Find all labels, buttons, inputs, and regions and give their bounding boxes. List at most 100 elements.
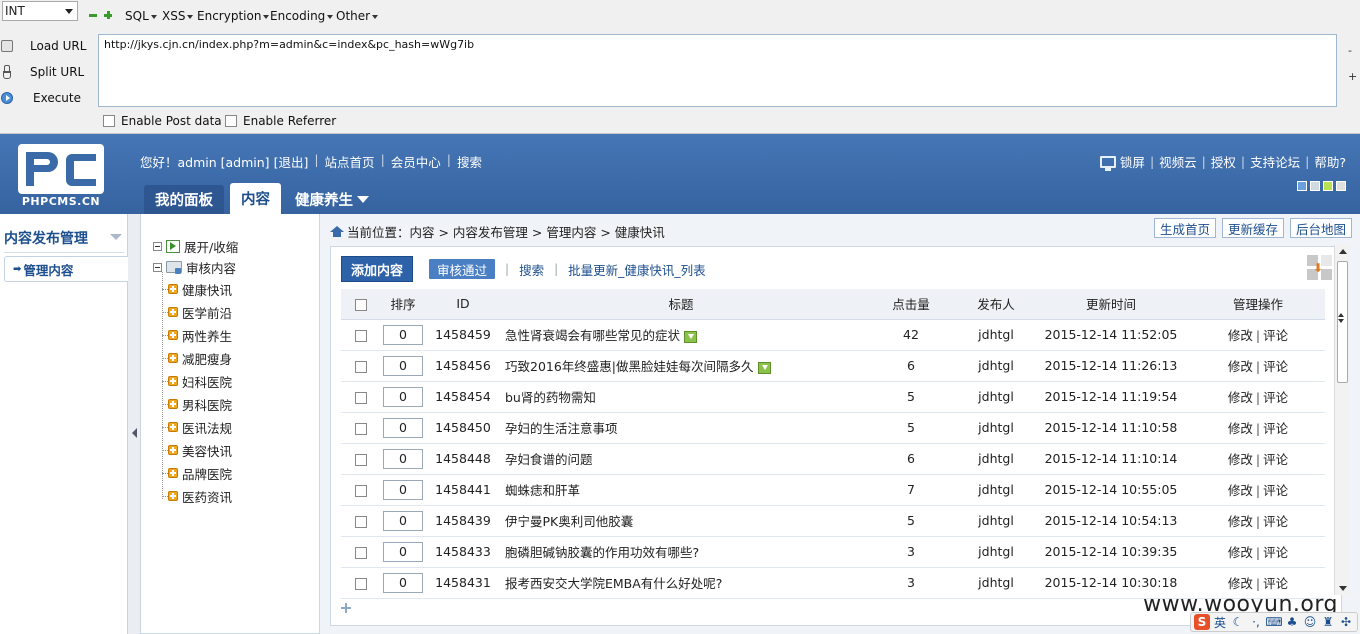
- approve-button[interactable]: 审核通过: [429, 259, 496, 279]
- row-author[interactable]: jdhtgl: [961, 412, 1031, 444]
- header-search-link[interactable]: 搜索: [457, 152, 482, 171]
- comment-link[interactable]: 评论: [1263, 328, 1288, 343]
- tab-my-panel[interactable]: 我的面板: [144, 185, 224, 214]
- minus-icon[interactable]: [88, 10, 98, 20]
- tree-item[interactable]: 医药资讯: [168, 486, 232, 506]
- update-cache-button[interactable]: 更新缓存: [1221, 218, 1284, 238]
- url-textarea[interactable]: http://jkys.cjn.cn/index.php?m=admin&c=i…: [98, 34, 1337, 107]
- keyboard-icon[interactable]: ⌨: [1265, 614, 1282, 630]
- row-author[interactable]: jdhtgl: [961, 567, 1031, 599]
- enable-post-checkbox[interactable]: Enable Post data: [103, 114, 222, 128]
- skin-icon[interactable]: ♣: [1284, 614, 1300, 630]
- logout-link[interactable]: [退出]: [274, 152, 309, 171]
- row-author[interactable]: jdhtgl: [961, 474, 1031, 506]
- row-checkbox[interactable]: [341, 567, 381, 599]
- tree-item[interactable]: 减肥瘦身: [168, 348, 232, 368]
- edit-link[interactable]: 修改: [1228, 452, 1253, 467]
- plus-icon[interactable]: [103, 10, 113, 20]
- edit-link[interactable]: 修改: [1228, 359, 1253, 374]
- comment-link[interactable]: 评论: [1263, 359, 1288, 374]
- row-checkbox[interactable]: [341, 412, 381, 444]
- url-shrink-button[interactable]: -: [1348, 38, 1358, 64]
- order-input[interactable]: 0: [383, 417, 423, 438]
- row-checkbox[interactable]: [341, 505, 381, 537]
- menu-other[interactable]: Other: [336, 9, 379, 23]
- row-checkbox[interactable]: [341, 443, 381, 475]
- scroll-up-icon[interactable]: [1339, 249, 1347, 254]
- comment-link[interactable]: 评论: [1263, 576, 1288, 591]
- add-content-button[interactable]: 添加内容: [341, 256, 414, 282]
- comment-link[interactable]: 评论: [1263, 514, 1288, 529]
- menu-encryption[interactable]: Encryption: [197, 9, 270, 23]
- comment-link[interactable]: 评论: [1263, 452, 1288, 467]
- edit-link[interactable]: 修改: [1228, 545, 1253, 560]
- tree-item[interactable]: 妇科医院: [168, 371, 232, 391]
- site-home-link[interactable]: 站点首页: [325, 152, 375, 171]
- sidebar-title[interactable]: 内容发布管理: [4, 228, 88, 248]
- forum-link[interactable]: 支持论坛: [1250, 152, 1300, 171]
- tree-item[interactable]: 健康快讯: [168, 279, 232, 299]
- menu-sql[interactable]: SQL: [125, 9, 157, 23]
- moon-icon[interactable]: ☾: [1230, 614, 1246, 630]
- select-all-checkbox[interactable]: [341, 289, 381, 320]
- help-link[interactable]: 帮助?: [1314, 152, 1346, 171]
- theme-swatch-green[interactable]: [1323, 181, 1333, 191]
- column-order[interactable]: 排序: [381, 289, 425, 320]
- row-checkbox[interactable]: [341, 319, 381, 351]
- phpcms-logo[interactable]: PHPCMS.CN: [16, 144, 106, 208]
- row-title-link[interactable]: 胞磷胆碱钠胶囊的作用功效有哪些?: [505, 545, 699, 560]
- comment-link[interactable]: 评论: [1263, 483, 1288, 498]
- shirt-icon[interactable]: ♜: [1320, 614, 1336, 630]
- edit-link[interactable]: 修改: [1228, 421, 1253, 436]
- row-checkbox[interactable]: [341, 474, 381, 506]
- sogou-ime-icon[interactable]: S: [1194, 614, 1210, 630]
- row-author[interactable]: jdhtgl: [961, 443, 1031, 475]
- backend-map-button[interactable]: 后台地图: [1289, 218, 1352, 238]
- row-author[interactable]: jdhtgl: [961, 319, 1031, 351]
- tree-expand-toggle[interactable]: 展开/收缩: [153, 236, 238, 256]
- edit-link[interactable]: 修改: [1228, 576, 1253, 591]
- row-checkbox[interactable]: [341, 381, 381, 413]
- row-title-link[interactable]: 孕妇的生活注意事项: [505, 421, 618, 436]
- sidebar-item-manage-content[interactable]: ➡ 管理内容: [4, 256, 128, 282]
- tree-item[interactable]: 男科医院: [168, 394, 232, 414]
- order-input[interactable]: 0: [383, 510, 423, 531]
- row-title-link[interactable]: 急性肾衰竭会有哪些常见的症状: [505, 328, 680, 343]
- tree-item[interactable]: 两性养生: [168, 325, 232, 345]
- tree-item[interactable]: 品牌医院: [168, 463, 232, 483]
- tree-item[interactable]: 医讯法规: [168, 417, 232, 437]
- video-cloud-link[interactable]: 视频云: [1159, 152, 1197, 171]
- generate-home-button[interactable]: 生成首页: [1153, 218, 1216, 238]
- order-input[interactable]: 0: [383, 386, 423, 407]
- comment-link[interactable]: 评论: [1263, 545, 1288, 560]
- theme-swatch-white[interactable]: [1336, 181, 1346, 191]
- member-center-link[interactable]: 会员中心: [391, 152, 441, 171]
- row-author[interactable]: jdhtgl: [961, 350, 1031, 382]
- url-grow-button[interactable]: +: [1348, 64, 1358, 90]
- theme-swatch-gray[interactable]: [1310, 181, 1320, 191]
- row-author[interactable]: jdhtgl: [961, 505, 1031, 537]
- row-checkbox[interactable]: [341, 536, 381, 568]
- menu-encoding[interactable]: Encoding: [270, 9, 334, 23]
- order-input[interactable]: 0: [383, 355, 423, 376]
- add-row-icon[interactable]: [341, 603, 351, 613]
- authorize-link[interactable]: 授权: [1211, 152, 1236, 171]
- grid-view-icon[interactable]: ⬇: [1307, 255, 1333, 281]
- order-input[interactable]: 0: [383, 479, 423, 500]
- chevron-down-icon[interactable]: [110, 234, 122, 240]
- main-scrollbar[interactable]: [1334, 245, 1350, 595]
- search-link[interactable]: 搜索: [519, 260, 544, 279]
- tree-item[interactable]: 医学前沿: [168, 302, 232, 322]
- row-title-link[interactable]: 伊宁曼PK奥利司他胶囊: [505, 514, 633, 529]
- edit-link[interactable]: 修改: [1228, 390, 1253, 405]
- menu-xss[interactable]: XSS: [162, 9, 194, 23]
- tab-content[interactable]: 内容: [230, 183, 281, 214]
- ime-language-toggle[interactable]: 英: [1212, 614, 1228, 630]
- row-title-link[interactable]: 巧致2016年终盛惠|做黑脸娃娃每次间隔多久: [505, 359, 754, 374]
- row-author[interactable]: jdhtgl: [961, 536, 1031, 568]
- scroll-down-icon[interactable]: [1339, 586, 1347, 591]
- row-title-link[interactable]: 报考西安交大学院EMBA有什么好处呢?: [505, 576, 722, 591]
- enable-referrer-checkbox[interactable]: Enable Referrer: [225, 114, 336, 128]
- tree-review-content[interactable]: 审核内容: [153, 257, 236, 277]
- row-title-link[interactable]: 蜘蛛痣和肝革: [505, 483, 580, 498]
